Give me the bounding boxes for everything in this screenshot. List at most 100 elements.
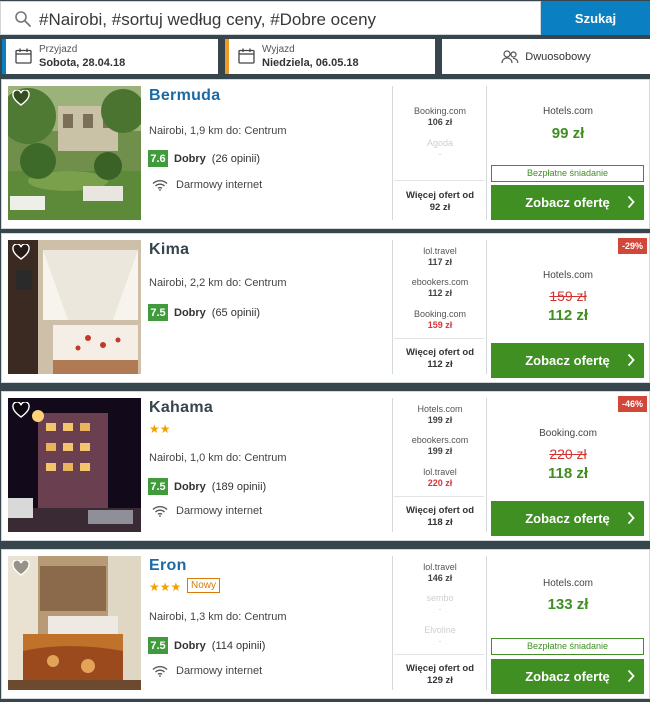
- hotel-photo[interactable]: [8, 240, 141, 374]
- rating-word: Dobry: [174, 480, 206, 493]
- chevron-right-icon: [627, 511, 635, 525]
- breakfast-badge: Bezpłatne śniadanie: [491, 165, 644, 182]
- hotel-photo[interactable]: [8, 398, 141, 532]
- divider: [486, 398, 487, 532]
- provider-offer[interactable]: lol.travel 146 zł: [394, 562, 486, 584]
- wifi-icon: [152, 665, 168, 677]
- chevron-right-icon: [627, 353, 635, 367]
- divider: [392, 556, 393, 690]
- divider: [392, 240, 393, 374]
- view-offer-label: Zobacz ofertę: [525, 669, 610, 684]
- search-button[interactable]: Szukaj: [541, 1, 650, 35]
- provider-price: 112 zł: [427, 288, 453, 298]
- more-offers[interactable]: Więcej ofert od 129 zł: [394, 663, 486, 687]
- provider-offer[interactable]: ebookers.com 112 zł: [394, 277, 486, 299]
- more-offers-label: Więcej ofert od: [405, 663, 474, 674]
- checkout-label: Wyjazd: [262, 44, 295, 55]
- old-price: 220 zł: [549, 446, 587, 462]
- provider-price: 220 zł: [427, 478, 453, 488]
- divider: [394, 338, 484, 339]
- provider-name: sembo: [426, 593, 454, 603]
- hotel-name[interactable]: Kahama: [149, 399, 213, 417]
- hotel-rating[interactable]: 7.6 Dobry (26 opinii): [148, 150, 260, 167]
- provider-price: -: [438, 149, 442, 159]
- view-offer-button[interactable]: Zobacz ofertę: [491, 501, 644, 536]
- search-input[interactable]: #Nairobi, #sortuj według ceny, #Dobre oc…: [0, 1, 541, 35]
- provider-name: lol.travel: [423, 246, 457, 256]
- amenity: Darmowy internet: [152, 665, 262, 677]
- provider-price: -: [438, 636, 442, 646]
- hotel-card: Eron ★★★ Nowy Nairobi, 1,3 km do: Centru…: [1, 549, 650, 699]
- breakfast-badge: Bezpłatne śniadanie: [491, 638, 644, 655]
- hotel-card: Bermuda Nairobi, 1,9 km do: Centrum 7.6 …: [1, 79, 650, 229]
- hotel-stars: ★★★: [149, 580, 182, 594]
- more-offers[interactable]: Więcej ofert od 118 zł: [394, 505, 486, 529]
- hotel-name[interactable]: Bermuda: [149, 87, 220, 105]
- chevron-right-icon: [627, 669, 635, 683]
- hotel-stars: ★★: [149, 422, 171, 436]
- deal-provider: Hotels.com: [542, 106, 593, 117]
- more-offers[interactable]: Więcej ofert od 112 zł: [394, 347, 486, 371]
- hotel-location: Nairobi, 1,0 km do: Centrum: [149, 452, 287, 464]
- heart-icon[interactable]: [12, 402, 30, 418]
- deal-provider: Hotels.com: [542, 270, 593, 281]
- discount-badge: -29%: [617, 238, 647, 254]
- view-offer-label: Zobacz ofertę: [525, 511, 610, 526]
- hotel-location: Nairobi, 2,2 km do: Centrum: [149, 277, 287, 289]
- divider: [486, 556, 487, 690]
- checkout-date-field[interactable]: Wyjazd Niedziela, 06.05.18: [225, 39, 435, 74]
- calendar-icon: [238, 48, 255, 64]
- provider-name: Hotels.com: [417, 404, 463, 414]
- divider: [392, 86, 393, 220]
- provider-offer[interactable]: Agoda -: [394, 138, 486, 160]
- provider-name: lol.travel: [423, 562, 457, 572]
- more-offers-price: 112 zł: [427, 359, 453, 370]
- hotel-rating[interactable]: 7.5 Dobry (65 opinii): [148, 304, 260, 321]
- hotel-rating[interactable]: 7.5 Dobry (114 opinii): [148, 637, 265, 654]
- provider-offer[interactable]: ebookers.com 199 zł: [394, 435, 486, 457]
- provider-offer[interactable]: Booking.com 159 zł: [394, 309, 486, 331]
- provider-offer[interactable]: Elvoline -: [394, 625, 486, 647]
- heart-icon[interactable]: [12, 244, 30, 260]
- heart-icon[interactable]: [12, 90, 30, 106]
- hotel-rating[interactable]: 7.5 Dobry (189 opinii): [148, 478, 266, 495]
- provider-offer[interactable]: lol.travel 220 zł: [394, 467, 486, 489]
- discount-badge: -46%: [617, 396, 647, 412]
- new-badge: Nowy: [187, 578, 221, 593]
- provider-name: ebookers.com: [411, 277, 469, 287]
- rating-score: 7.5: [148, 637, 168, 654]
- users-icon: [501, 49, 519, 63]
- more-offers[interactable]: Więcej ofert od 92 zł: [394, 190, 486, 214]
- room-type-selector[interactable]: Dwuosobowy: [442, 39, 650, 74]
- hotel-photo-image: [8, 86, 141, 220]
- amenity-label: Darmowy internet: [176, 665, 263, 677]
- hotel-name[interactable]: Kima: [149, 241, 189, 259]
- heart-icon[interactable]: [12, 560, 30, 576]
- provider-name: lol.travel: [423, 467, 457, 477]
- rating-word: Dobry: [174, 639, 206, 652]
- provider-offer[interactable]: Booking.com 106 zł: [394, 106, 486, 128]
- view-offer-button[interactable]: Zobacz ofertę: [491, 659, 644, 694]
- view-offer-button[interactable]: Zobacz ofertę: [491, 343, 644, 378]
- hotel-card: Kima Nairobi, 2,2 km do: Centrum 7.5 Dob…: [1, 233, 650, 383]
- provider-name: ebookers.com: [411, 435, 469, 445]
- hotel-photo[interactable]: [8, 556, 141, 690]
- checkin-date-field[interactable]: Przyjazd Sobota, 28.04.18: [2, 39, 218, 74]
- more-offers-label: Więcej ofert od: [405, 347, 474, 358]
- provider-offer[interactable]: lol.travel 117 zł: [394, 246, 486, 268]
- hotel-photo-image: [8, 240, 141, 374]
- view-offer-button[interactable]: Zobacz ofertę: [491, 185, 644, 220]
- provider-name: Agoda: [426, 138, 454, 148]
- view-offer-label: Zobacz ofertę: [525, 353, 610, 368]
- hotel-photo[interactable]: [8, 86, 141, 220]
- provider-offer[interactable]: Hotels.com 199 zł: [394, 404, 486, 426]
- old-price: 159 zł: [549, 288, 587, 304]
- amenity: Darmowy internet: [152, 505, 262, 517]
- hotel-name[interactable]: Eron: [149, 557, 187, 575]
- rating-score: 7.6: [148, 150, 168, 167]
- provider-name: Booking.com: [413, 106, 467, 116]
- wifi-icon: [152, 505, 168, 517]
- provider-offer[interactable]: sembo -: [394, 593, 486, 615]
- rating-word: Dobry: [174, 306, 206, 319]
- divider: [392, 398, 393, 532]
